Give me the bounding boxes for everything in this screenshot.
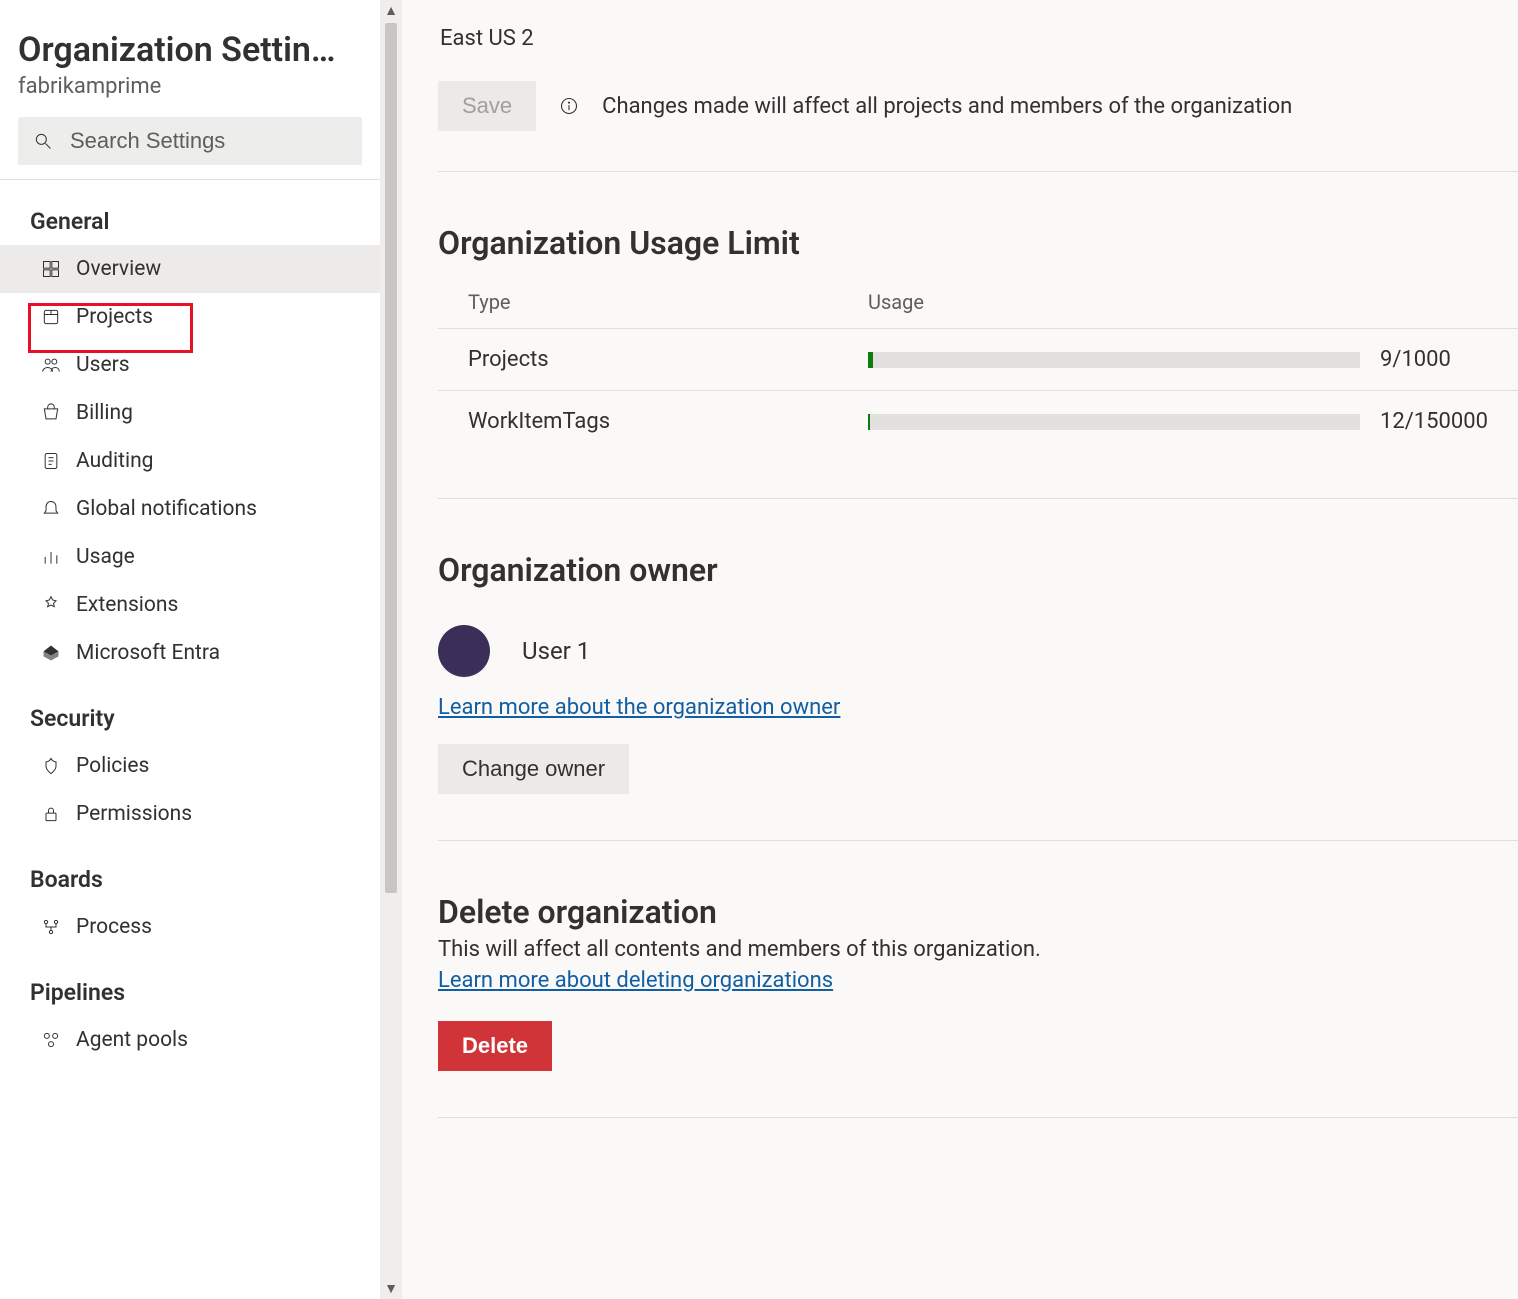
save-note: Changes made will affect all projects an… <box>602 94 1292 119</box>
nav-label: Process <box>76 915 152 939</box>
usage-row-label: Projects <box>468 347 868 372</box>
permissions-icon <box>40 803 62 825</box>
group-pipelines: Pipelines <box>0 951 380 1016</box>
scroll-up-icon[interactable]: ▲ <box>384 0 398 21</box>
bell-icon <box>40 498 62 520</box>
projects-icon <box>40 306 62 328</box>
nav-label: Microsoft Entra <box>76 641 220 665</box>
nav-global-notifications[interactable]: Global notifications <box>0 485 380 533</box>
entra-icon <box>40 642 62 664</box>
nav-usage[interactable]: Usage <box>0 533 380 581</box>
nav-label: Projects <box>76 305 153 329</box>
nav-billing[interactable]: Billing <box>0 389 380 437</box>
overview-icon <box>40 258 62 280</box>
scroll-down-icon[interactable]: ▼ <box>384 1278 398 1299</box>
divider <box>438 498 1518 499</box>
change-owner-button[interactable]: Change owner <box>438 744 629 794</box>
nav-microsoft-entra[interactable]: Microsoft Entra <box>0 629 380 677</box>
col-type: Type <box>468 290 868 314</box>
nav-label: Permissions <box>76 802 192 826</box>
owner-heading: Organization owner <box>438 551 1518 589</box>
owner-learn-more-link[interactable]: Learn more about the organization owner <box>438 695 840 720</box>
billing-icon <box>40 402 62 424</box>
col-usage: Usage <box>868 290 1518 314</box>
delete-org-button[interactable]: Delete <box>438 1021 552 1071</box>
info-icon <box>558 95 580 117</box>
nav-label: Extensions <box>76 593 178 617</box>
divider <box>438 840 1518 841</box>
usage-heading: Organization Usage Limit <box>438 224 1518 262</box>
nav-policies[interactable]: Policies <box>0 742 380 790</box>
nav-agent-pools[interactable]: Agent pools <box>0 1016 380 1064</box>
auditing-icon <box>40 450 62 472</box>
nav-label: Overview <box>76 257 161 281</box>
nav-label: Auditing <box>76 449 153 473</box>
search-icon <box>32 130 54 152</box>
nav-projects[interactable]: Projects <box>0 293 380 341</box>
nav-users[interactable]: Users <box>0 341 380 389</box>
owner-name: User 1 <box>522 637 590 665</box>
nav-label: Usage <box>76 545 135 569</box>
usage-row-value: 12/150000 <box>1380 409 1510 434</box>
nav-permissions[interactable]: Permissions <box>0 790 380 838</box>
nav-process[interactable]: Process <box>0 903 380 951</box>
search-settings-input[interactable] <box>68 127 360 155</box>
usage-row-value: 9/1000 <box>1380 347 1510 372</box>
nav-extensions[interactable]: Extensions <box>0 581 380 629</box>
search-settings-box[interactable] <box>18 117 362 165</box>
save-button[interactable]: Save <box>438 81 536 131</box>
group-security: Security <box>0 677 380 742</box>
usage-row-label: WorkItemTags <box>468 409 868 434</box>
delete-learn-more-link[interactable]: Learn more about deleting organizations <box>438 968 833 993</box>
policies-icon <box>40 755 62 777</box>
delete-heading: Delete organization <box>438 893 1518 931</box>
sidebar-scrollbar[interactable]: ▲ ▼ <box>380 0 402 1299</box>
divider <box>438 171 1518 172</box>
agent-pools-icon <box>40 1029 62 1051</box>
owner-avatar <box>438 625 490 677</box>
usage-row-projects: Projects 9/1000 <box>438 328 1518 390</box>
process-icon <box>40 916 62 938</box>
nav-label: Global notifications <box>76 497 257 521</box>
usage-bar <box>868 414 1360 430</box>
nav-label: Billing <box>76 401 133 425</box>
main-content: East US 2 Save Changes made will affect … <box>402 0 1518 1299</box>
nav-overview[interactable]: Overview <box>0 245 380 293</box>
usage-bar <box>868 352 1360 368</box>
sidebar-title: Organization Settin… <box>0 30 380 70</box>
nav-label: Agent pools <box>76 1028 188 1052</box>
nav-label: Policies <box>76 754 149 778</box>
usage-row-workitemtags: WorkItemTags 12/150000 <box>438 390 1518 452</box>
group-boards: Boards <box>0 838 380 903</box>
organization-name: fabrikamprime <box>0 70 380 117</box>
divider <box>438 1117 1518 1118</box>
usage-table-header: Type Usage <box>438 280 1518 328</box>
region-label: East US 2 <box>438 20 1518 81</box>
users-icon <box>40 354 62 376</box>
scroll-thumb[interactable] <box>385 23 397 893</box>
extensions-icon <box>40 594 62 616</box>
nav-label: Users <box>76 353 130 377</box>
settings-sidebar: Organization Settin… fabrikamprime Gener… <box>0 0 380 1299</box>
delete-warning: This will affect all contents and member… <box>438 937 1518 962</box>
nav-auditing[interactable]: Auditing <box>0 437 380 485</box>
usage-icon <box>40 546 62 568</box>
group-general: General <box>0 180 380 245</box>
